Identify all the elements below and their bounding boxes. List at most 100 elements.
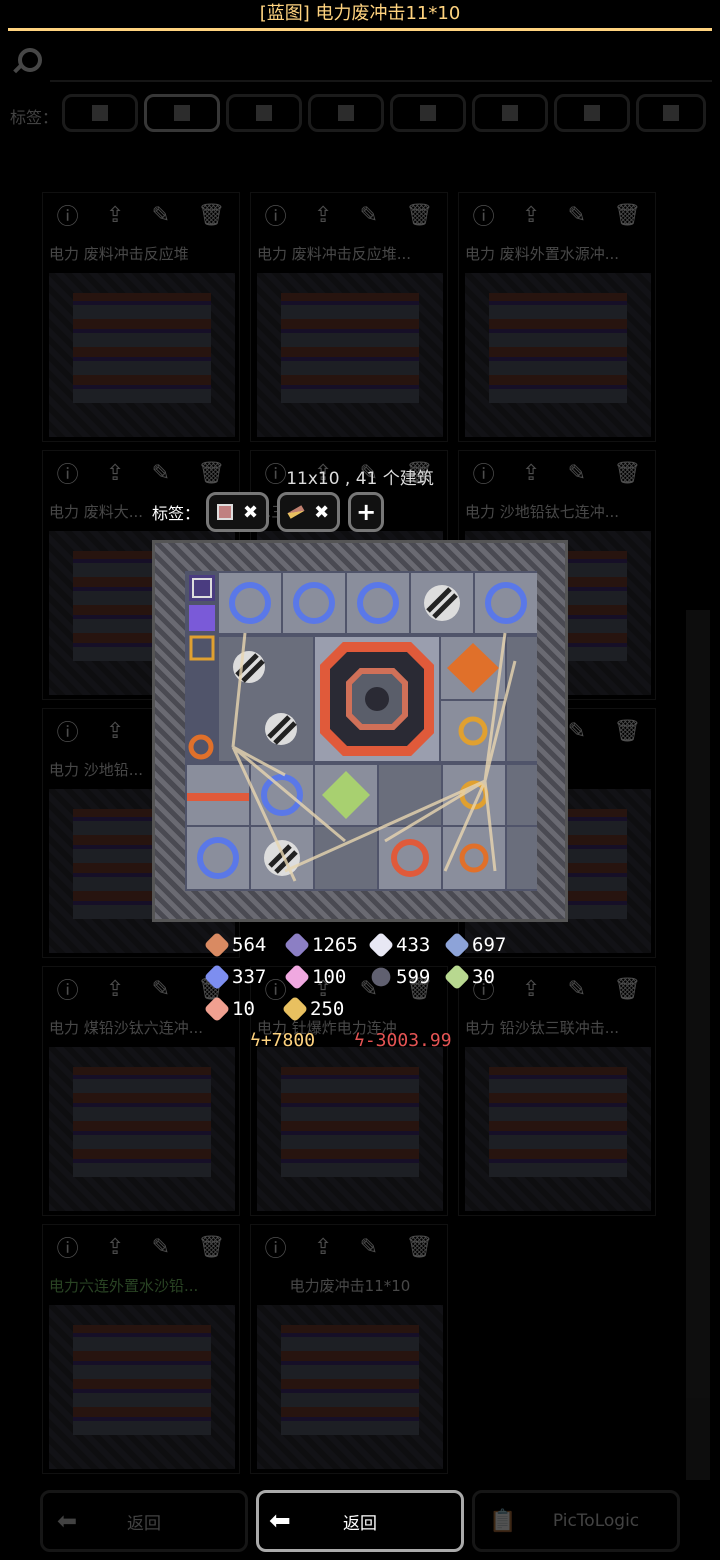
blueprint-card[interactable]: ⓘ ⇪ ✎ 🗑 电力 钍爆炸电力连冲: [250, 966, 448, 1216]
resource-plastanium: 10: [203, 995, 255, 1023]
power-tag-icon: [287, 505, 305, 519]
resource-copper: 564: [203, 931, 266, 959]
back-button[interactable]: ⬅ 返回: [256, 1490, 464, 1552]
edit-icon[interactable]: ✎: [568, 977, 586, 1002]
blueprint-card[interactable]: ⓘ ⇪ ✎ 🗑 电力 废料冲击反应堆...: [250, 192, 448, 442]
blueprint-board: [185, 571, 537, 891]
info-icon[interactable]: ⓘ: [57, 1231, 79, 1263]
blueprint-size-info: 11x10 , 41 个建筑: [286, 469, 434, 489]
blueprint-name: 电力 煤铅沙钛六连冲...: [49, 1019, 204, 1037]
add-tag-button[interactable]: +: [348, 492, 385, 532]
search-underline: [50, 80, 712, 82]
blueprint-name: 电力 废料冲击反应堆: [49, 245, 189, 263]
edit-icon[interactable]: ✎: [152, 977, 170, 1002]
resource-thorium: 30: [443, 963, 495, 991]
blueprint-thumbnail[interactable]: [49, 273, 235, 437]
edit-icon[interactable]: ✎: [152, 203, 170, 228]
tag-chip-power[interactable]: ✖: [277, 492, 341, 532]
share-icon[interactable]: ⇪: [522, 977, 540, 1002]
info-icon[interactable]: ⓘ: [265, 199, 287, 231]
blueprint-thumbnail[interactable]: [257, 273, 443, 437]
filter-tag-2[interactable]: [144, 94, 220, 132]
edit-icon[interactable]: ✎: [360, 203, 378, 228]
trash-icon[interactable]: 🗑: [405, 1235, 433, 1260]
blueprint-thumbnail[interactable]: [465, 1047, 651, 1211]
info-icon[interactable]: ⓘ: [57, 199, 79, 231]
blueprint-card[interactable]: ⓘ ⇪ ✎ 🗑 电力 废料冲击反应堆: [42, 192, 240, 442]
trash-icon[interactable]: 🗑: [613, 203, 641, 228]
blueprint-name: 电力 铅沙钛三联冲击...: [465, 1019, 620, 1037]
pictologic-button[interactable]: 📋 PicToLogic: [472, 1490, 680, 1552]
blueprint-name: 电力六连外置水沙铅...: [49, 1277, 199, 1295]
blueprint-card[interactable]: ⓘ ⇪ ✎ 🗑 电力 铅沙钛三联冲击...: [458, 966, 656, 1216]
edit-tags-button[interactable]: [636, 94, 706, 132]
titanium-icon: [443, 931, 471, 959]
search-icon[interactable]: [10, 44, 42, 76]
lightning-icon: ϟ: [354, 1030, 365, 1051]
block-row-top: [189, 573, 537, 633]
back-button-bg[interactable]: ⬅ 返回: [40, 1490, 248, 1552]
filter-tag-1[interactable]: [62, 94, 138, 132]
arrow-left-icon: ⬅: [57, 1507, 78, 1535]
blueprint-preview[interactable]: [152, 540, 568, 922]
lightning-icon: ϟ: [250, 1030, 261, 1051]
trash-icon[interactable]: 🗑: [197, 1235, 225, 1260]
phase-fabric-icon: [283, 963, 311, 991]
share-icon[interactable]: ⇪: [106, 203, 124, 228]
share-icon[interactable]: ⇪: [314, 203, 332, 228]
blueprint-tag-row: 标签： ✖ ✖ +: [152, 492, 385, 532]
blueprint-card[interactable]: ⓘ ⇪ ✎ 🗑 电力废冲击11*10: [250, 1224, 448, 1474]
trash-icon[interactable]: 🗑: [613, 719, 641, 744]
share-icon[interactable]: ⇪: [106, 1235, 124, 1260]
remove-tag-icon[interactable]: ✖: [314, 502, 329, 523]
tag-chip-reactor[interactable]: ✖: [206, 492, 270, 532]
share-icon[interactable]: ⇪: [314, 1235, 332, 1260]
edit-icon[interactable]: ✎: [568, 203, 586, 228]
power-generation: ϟ+7800: [250, 1030, 316, 1051]
resource-metaglass: 433: [367, 931, 430, 959]
pictologic-label: PicToLogic: [552, 1511, 640, 1531]
share-icon[interactable]: ⇪: [106, 977, 124, 1002]
info-icon[interactable]: ⓘ: [473, 199, 495, 231]
resource-phase-fabric: 100: [283, 963, 346, 991]
resource-lead: 1265: [283, 931, 358, 959]
filter-tag-6[interactable]: [472, 94, 548, 132]
blueprint-thumbnail[interactable]: [257, 1305, 443, 1469]
filter-tag-3[interactable]: [226, 94, 302, 132]
blueprint-thumbnail[interactable]: [49, 1305, 235, 1469]
edit-icon[interactable]: ✎: [152, 1235, 170, 1260]
back-label-bg: 返回: [127, 1513, 161, 1534]
metaglass-icon: [367, 931, 395, 959]
info-icon[interactable]: ⓘ: [57, 973, 79, 1005]
blueprint-thumbnail[interactable]: [465, 273, 651, 437]
filter-tag-5[interactable]: [390, 94, 466, 132]
power-consumption: ϟ-3003.99: [354, 1030, 452, 1051]
resource-surge-alloy: 250: [281, 995, 344, 1023]
graphite-icon: [367, 963, 395, 991]
blueprint-card[interactable]: ⓘ ⇪ ✎ 🗑 电力 废料外置水源冲...: [458, 192, 656, 442]
blueprint-card[interactable]: ⓘ ⇪ ✎ 🗑 电力六连外置水沙铅...: [42, 1224, 240, 1474]
scrollbar[interactable]: [686, 610, 710, 1480]
blueprint-name: 电力废冲击11*10: [289, 1277, 411, 1295]
trash-icon[interactable]: 🗑: [405, 203, 433, 228]
resource-graphite: 599: [367, 963, 430, 991]
reactor-tag-icon: [217, 504, 234, 520]
filter-tag-7[interactable]: [554, 94, 630, 132]
back-label: 返回: [343, 1513, 377, 1534]
trash-icon[interactable]: 🗑: [197, 203, 225, 228]
blueprint-thumbnail[interactable]: [257, 1047, 443, 1211]
blueprint-thumbnail[interactable]: [49, 1047, 235, 1211]
lead-icon: [283, 931, 311, 959]
tags-label: 标签：: [152, 504, 201, 523]
thorium-icon: [443, 963, 471, 991]
edit-icon[interactable]: ✎: [360, 1235, 378, 1260]
trash-icon[interactable]: 🗑: [613, 977, 641, 1002]
remove-tag-icon[interactable]: ✖: [243, 502, 258, 523]
filter-tag-4[interactable]: [308, 94, 384, 132]
edit-icon[interactable]: ✎: [568, 719, 586, 744]
share-icon[interactable]: ⇪: [106, 719, 124, 744]
surge-alloy-icon: [281, 995, 309, 1023]
info-icon[interactable]: ⓘ: [265, 1231, 287, 1263]
share-icon[interactable]: ⇪: [522, 203, 540, 228]
info-icon[interactable]: ⓘ: [57, 715, 79, 747]
